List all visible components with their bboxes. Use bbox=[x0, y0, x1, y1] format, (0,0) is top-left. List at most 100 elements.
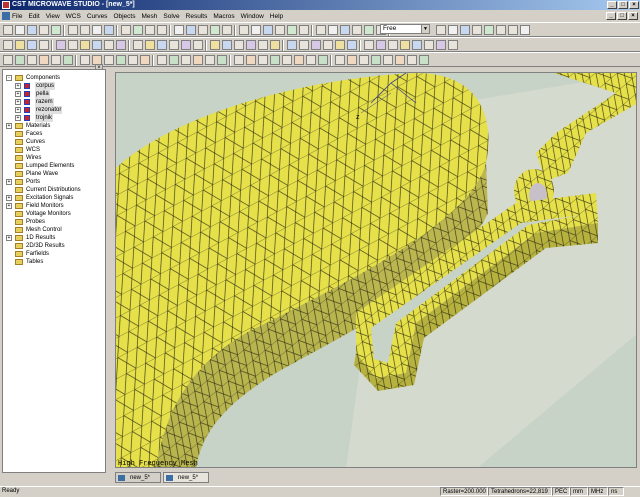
expand-icon[interactable]: + bbox=[6, 195, 12, 201]
toolbar-button-icon[interactable] bbox=[395, 55, 405, 65]
toolbar-button-icon[interactable] bbox=[246, 40, 256, 50]
tree-item[interactable]: + razem bbox=[3, 98, 105, 106]
toolbar-button-icon[interactable] bbox=[210, 40, 220, 50]
toolbar-button-icon[interactable] bbox=[27, 40, 37, 50]
toolbar-button-icon[interactable] bbox=[145, 40, 155, 50]
toolbar-button-icon[interactable] bbox=[133, 25, 143, 35]
panel-splitter[interactable] bbox=[107, 72, 114, 472]
tree-item[interactable]: + Materials bbox=[3, 122, 105, 130]
toolbar-button-icon[interactable] bbox=[400, 40, 410, 50]
toolbar-button-icon[interactable] bbox=[299, 40, 309, 50]
toolbar-button-icon[interactable] bbox=[104, 40, 114, 50]
menu-results[interactable]: Results bbox=[186, 13, 208, 20]
toolbar-button-icon[interactable] bbox=[15, 25, 25, 35]
toolbar-button-icon[interactable] bbox=[448, 25, 458, 35]
toolbar-button-icon[interactable] bbox=[51, 55, 61, 65]
toolbar-button-icon[interactable] bbox=[388, 40, 398, 50]
toolbar-button-icon[interactable] bbox=[116, 55, 126, 65]
toolbar-button-icon[interactable] bbox=[364, 25, 374, 35]
tree-item[interactable]: + Field Monitors bbox=[3, 202, 105, 210]
toolbar-button-icon[interactable] bbox=[80, 55, 90, 65]
title-bar[interactable]: CST MICROWAVE STUDIO - [new_5*] _ □ × bbox=[0, 0, 640, 10]
tree-item[interactable]: Probes bbox=[3, 218, 105, 226]
toolbar-button-icon[interactable] bbox=[56, 40, 66, 50]
toolbar-button-icon[interactable] bbox=[323, 40, 333, 50]
tree-item[interactable]: 2D/3D Results bbox=[3, 242, 105, 250]
mdi-close-button[interactable]: × bbox=[628, 12, 638, 20]
toolbar-button-icon[interactable] bbox=[116, 40, 126, 50]
menu-window[interactable]: Window bbox=[241, 13, 264, 20]
tab-new-5-b[interactable]: new_5* bbox=[163, 472, 210, 483]
toolbar-button-icon[interactable] bbox=[80, 40, 90, 50]
expand-icon[interactable]: + bbox=[15, 107, 21, 113]
toolbar-button-icon[interactable] bbox=[484, 25, 494, 35]
toolbar-button-icon[interactable] bbox=[258, 55, 268, 65]
toolbar-button-icon[interactable] bbox=[258, 40, 268, 50]
tree-item[interactable]: Curves bbox=[3, 138, 105, 146]
toolbar-button-icon[interactable] bbox=[39, 40, 49, 50]
toolbar-button-icon[interactable] bbox=[335, 40, 345, 50]
tree-item[interactable]: - Components bbox=[3, 74, 105, 82]
toolbar-button-icon[interactable] bbox=[287, 40, 297, 50]
toolbar-button-icon[interactable] bbox=[239, 25, 249, 35]
tree-item[interactable]: + Excitation Signals bbox=[3, 194, 105, 202]
tree-item[interactable]: Mesh Control bbox=[3, 226, 105, 234]
toolbar-button-icon[interactable] bbox=[376, 40, 386, 50]
toolbar-button-icon[interactable] bbox=[145, 25, 155, 35]
expand-icon[interactable]: + bbox=[6, 179, 12, 185]
toolbar-button-icon[interactable] bbox=[496, 25, 506, 35]
toolbar-button-icon[interactable] bbox=[51, 25, 61, 35]
toolbar-button-icon[interactable] bbox=[68, 25, 78, 35]
toolbar-button-icon[interactable] bbox=[311, 40, 321, 50]
menu-file[interactable]: File bbox=[12, 13, 22, 20]
toolbar-button-icon[interactable] bbox=[234, 40, 244, 50]
tab-new-5-a[interactable]: new_5* bbox=[115, 472, 162, 483]
toolbar-button-icon[interactable] bbox=[80, 25, 90, 35]
toolbar-button-icon[interactable] bbox=[282, 55, 292, 65]
toolbar-button-icon[interactable] bbox=[412, 40, 422, 50]
toolbar-button-icon[interactable] bbox=[27, 25, 37, 35]
tree-item[interactable]: Plane Wave bbox=[3, 170, 105, 178]
menu-wcs[interactable]: WCS bbox=[66, 13, 81, 20]
menu-objects[interactable]: Objects bbox=[113, 13, 135, 20]
toolbar-button-icon[interactable] bbox=[68, 40, 78, 50]
menu-edit[interactable]: Edit bbox=[28, 13, 39, 20]
expand-icon[interactable]: + bbox=[15, 83, 21, 89]
toolbar-button-icon[interactable] bbox=[3, 25, 13, 35]
toolbar-button-icon[interactable] bbox=[347, 40, 357, 50]
maximize-button[interactable]: □ bbox=[618, 1, 628, 9]
toolbar-button-icon[interactable] bbox=[371, 55, 381, 65]
tree-item[interactable]: + rezonator bbox=[3, 106, 105, 114]
toolbar-button-icon[interactable] bbox=[270, 55, 280, 65]
toolbar-button-icon[interactable] bbox=[193, 55, 203, 65]
toolbar-button-icon[interactable] bbox=[335, 55, 345, 65]
toolbar-button-icon[interactable] bbox=[316, 25, 326, 35]
toolbar-button-icon[interactable] bbox=[448, 40, 458, 50]
toolbar-button-icon[interactable] bbox=[460, 25, 470, 35]
toolbar-button-icon[interactable] bbox=[92, 25, 102, 35]
collapse-icon[interactable]: - bbox=[6, 75, 12, 81]
toolbar-button-icon[interactable] bbox=[3, 40, 13, 50]
toolbar-button-icon[interactable] bbox=[299, 25, 309, 35]
menu-view[interactable]: View bbox=[46, 13, 60, 20]
toolbar-button-icon[interactable] bbox=[383, 55, 393, 65]
menu-mesh[interactable]: Mesh bbox=[141, 13, 157, 20]
toolbar-button-icon[interactable] bbox=[508, 25, 518, 35]
tree-item[interactable]: Wires bbox=[3, 154, 105, 162]
expand-icon[interactable]: + bbox=[15, 91, 21, 97]
toolbar-button-icon[interactable] bbox=[3, 55, 13, 65]
toolbar-button-icon[interactable] bbox=[104, 55, 114, 65]
toolbar-button-icon[interactable] bbox=[352, 25, 362, 35]
toolbar-button-icon[interactable] bbox=[222, 25, 232, 35]
expand-icon[interactable]: + bbox=[15, 99, 21, 105]
tree-item[interactable]: Tables bbox=[3, 258, 105, 266]
toolbar-button-icon[interactable] bbox=[121, 25, 131, 35]
toolbar-button-icon[interactable] bbox=[472, 25, 482, 35]
menu-macros[interactable]: Macros bbox=[213, 13, 234, 20]
toolbar-button-icon[interactable] bbox=[63, 55, 73, 65]
toolbar-button-icon[interactable] bbox=[27, 55, 37, 65]
3d-viewport[interactable]: z bbox=[115, 72, 637, 468]
mdi-restore-button[interactable]: □ bbox=[617, 12, 627, 20]
toolbar-button-icon[interactable] bbox=[287, 25, 297, 35]
menu-curves[interactable]: Curves bbox=[87, 13, 108, 20]
